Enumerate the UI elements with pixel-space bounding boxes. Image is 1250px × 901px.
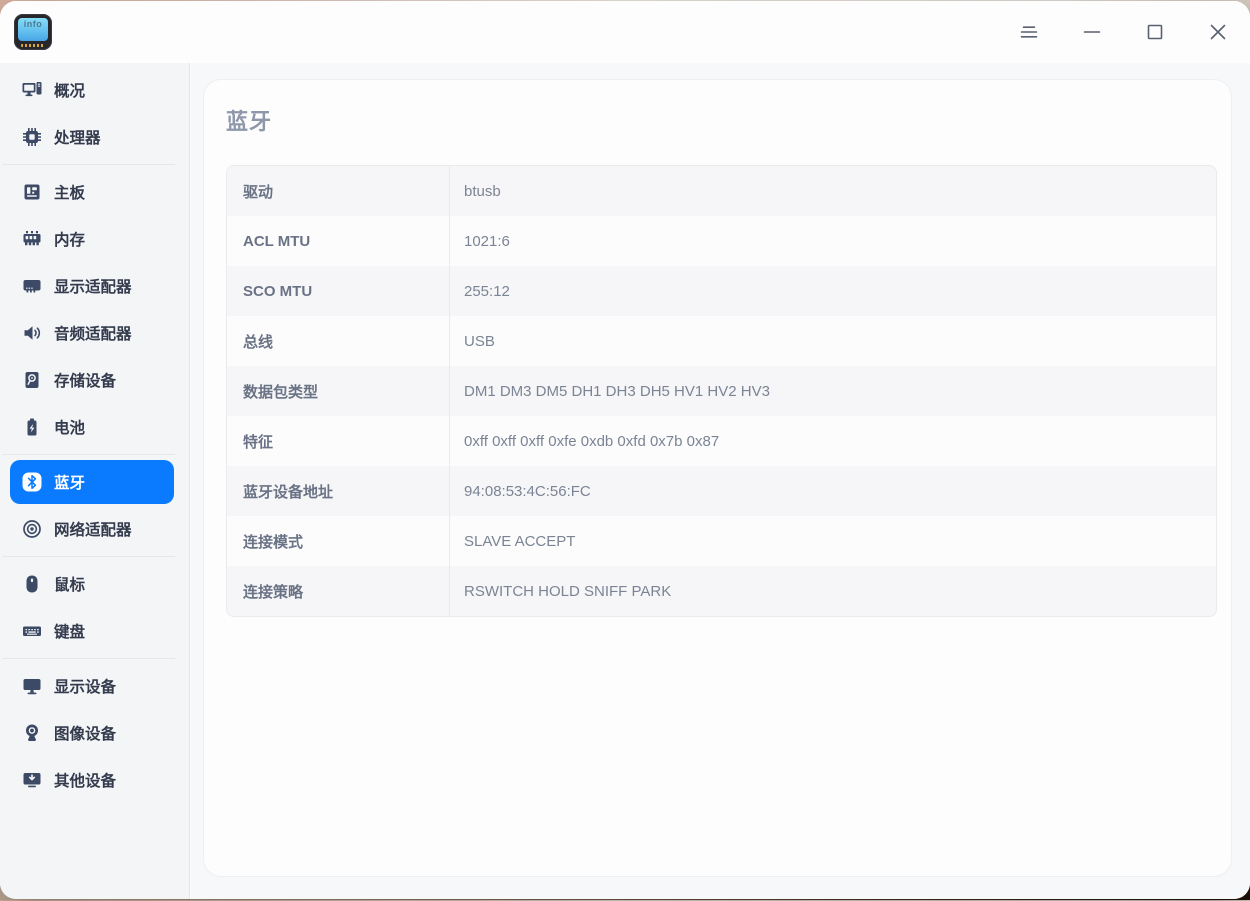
row-key: 数据包类型 <box>243 383 319 401</box>
row-value: 0xff 0xff 0xff 0xfe 0xdb 0xfd 0x7b 0x87 <box>449 416 1216 466</box>
cpu-icon <box>22 127 42 147</box>
sidebar-item-label: 图像设备 <box>54 726 117 743</box>
minimize-button[interactable] <box>1077 17 1107 47</box>
row-key: 总线 <box>243 333 274 351</box>
sidebar-item-label: 概况 <box>54 83 86 100</box>
sidebar-divider <box>2 556 175 557</box>
display-device-icon <box>22 676 42 696</box>
sidebar-item-audio-adapter[interactable]: 音频适配器 <box>10 311 174 355</box>
chip-pins <box>21 44 45 47</box>
sidebar-item-image-device[interactable]: 图像设备 <box>10 711 174 755</box>
sidebar-item-mouse[interactable]: 鼠标 <box>10 562 174 606</box>
sidebar-item-label: 处理器 <box>54 130 101 147</box>
sidebar-item-label: 主板 <box>54 185 86 202</box>
bluetooth-info-table: 驱动 btusb ACL MTU 1021:6 SCO MTU 255:12 总… <box>226 165 1217 617</box>
sidebar-item-network-adapter[interactable]: 网络适配器 <box>10 507 174 551</box>
row-value: 255:12 <box>449 266 1216 316</box>
network-adapter-icon <box>22 519 42 539</box>
sidebar-item-overview[interactable]: 概况 <box>10 68 174 112</box>
device-manager-window: info 概况 处理器 主板 内存 显示适配器 音频适配器 存储设备 电池 蓝牙… <box>0 1 1250 899</box>
app-icon: info <box>14 13 52 51</box>
device-info-chip-icon: info <box>14 14 52 50</box>
row-value: SLAVE ACCEPT <box>449 516 1216 566</box>
maximize-icon <box>1147 24 1163 40</box>
close-icon <box>1210 24 1226 40</box>
row-key: 驱动 <box>243 183 274 201</box>
table-row: 连接策略 RSWITCH HOLD SNIFF PARK <box>227 566 1216 616</box>
keyboard-icon <box>22 621 42 641</box>
maximize-button[interactable] <box>1140 17 1170 47</box>
table-row: 驱动 btusb <box>227 166 1216 216</box>
sidebar-item-label: 显示设备 <box>54 679 117 696</box>
minimize-icon <box>1083 31 1101 33</box>
bluetooth-icon <box>22 472 42 492</box>
sidebar: 概况 处理器 主板 内存 显示适配器 音频适配器 存储设备 电池 蓝牙 网络适配… <box>0 63 190 899</box>
row-value: DM1 DM3 DM5 DH1 DH3 DH5 HV1 HV2 HV3 <box>449 366 1216 416</box>
table-row: 特征 0xff 0xff 0xff 0xfe 0xdb 0xfd 0x7b 0x… <box>227 416 1216 466</box>
camera-icon <box>22 723 42 743</box>
audio-adapter-icon <box>22 323 42 343</box>
table-row: 连接模式 SLAVE ACCEPT <box>227 516 1216 566</box>
sidebar-item-label: 电池 <box>54 420 86 437</box>
mouse-icon <box>22 574 42 594</box>
sidebar-item-battery[interactable]: 电池 <box>10 405 174 449</box>
sidebar-item-label: 存储设备 <box>54 373 117 390</box>
sidebar-divider <box>2 164 175 165</box>
row-key: SCO MTU <box>243 282 313 300</box>
row-key: 特征 <box>243 433 274 451</box>
sidebar-item-label: 显示适配器 <box>54 279 132 296</box>
sidebar-divider <box>2 454 175 455</box>
sidebar-item-label: 键盘 <box>54 624 86 641</box>
menu-icon <box>1020 26 1038 38</box>
app-icon-label: info <box>18 18 48 41</box>
row-value: 94:08:53:4C:56:FC <box>449 466 1216 516</box>
table-row: 蓝牙设备地址 94:08:53:4C:56:FC <box>227 466 1216 516</box>
row-value: btusb <box>449 166 1216 216</box>
table-row: 总线 USB <box>227 316 1216 366</box>
sidebar-item-memory[interactable]: 内存 <box>10 217 174 261</box>
motherboard-icon <box>22 182 42 202</box>
menu-button[interactable] <box>1014 17 1044 47</box>
other-devices-icon <box>22 770 42 790</box>
sidebar-item-display-adapter[interactable]: 显示适配器 <box>10 264 174 308</box>
sidebar-item-label: 音频适配器 <box>54 326 132 343</box>
content-area: 蓝牙 驱动 btusb ACL MTU 1021:6 SCO MTU 255:1… <box>191 63 1250 899</box>
sidebar-item-label: 蓝牙 <box>54 475 86 492</box>
table-row: SCO MTU 255:12 <box>227 266 1216 316</box>
sidebar-item-label: 鼠标 <box>54 577 86 594</box>
window-controls <box>1014 1 1233 63</box>
table-row: ACL MTU 1021:6 <box>227 216 1216 266</box>
sidebar-item-display-device[interactable]: 显示设备 <box>10 664 174 708</box>
page-title: 蓝牙 <box>226 109 273 134</box>
memory-icon <box>22 229 42 249</box>
sidebar-item-label: 网络适配器 <box>54 522 132 539</box>
sidebar-divider <box>2 658 175 659</box>
storage-icon <box>22 370 42 390</box>
row-value: 1021:6 <box>449 216 1216 266</box>
overview-icon <box>22 80 42 100</box>
row-key: ACL MTU <box>243 232 311 250</box>
row-key: 蓝牙设备地址 <box>243 483 334 501</box>
row-value: RSWITCH HOLD SNIFF PARK <box>449 566 1216 616</box>
sidebar-item-keyboard[interactable]: 键盘 <box>10 609 174 653</box>
detail-card: 蓝牙 驱动 btusb ACL MTU 1021:6 SCO MTU 255:1… <box>203 79 1232 877</box>
sidebar-item-motherboard[interactable]: 主板 <box>10 170 174 214</box>
row-value: USB <box>449 316 1216 366</box>
sidebar-item-bluetooth[interactable]: 蓝牙 <box>10 460 174 504</box>
close-button[interactable] <box>1203 17 1233 47</box>
row-key: 连接策略 <box>243 583 304 601</box>
sidebar-item-label: 内存 <box>54 232 86 249</box>
battery-icon <box>22 417 42 437</box>
display-adapter-icon <box>22 276 42 296</box>
sidebar-item-other-devices[interactable]: 其他设备 <box>10 758 174 802</box>
sidebar-item-storage[interactable]: 存储设备 <box>10 358 174 402</box>
sidebar-item-label: 其他设备 <box>54 773 117 790</box>
table-row: 数据包类型 DM1 DM3 DM5 DH1 DH3 DH5 HV1 HV2 HV… <box>227 366 1216 416</box>
titlebar: info <box>0 1 1250 63</box>
sidebar-item-processor[interactable]: 处理器 <box>10 115 174 159</box>
row-key: 连接模式 <box>243 533 304 551</box>
